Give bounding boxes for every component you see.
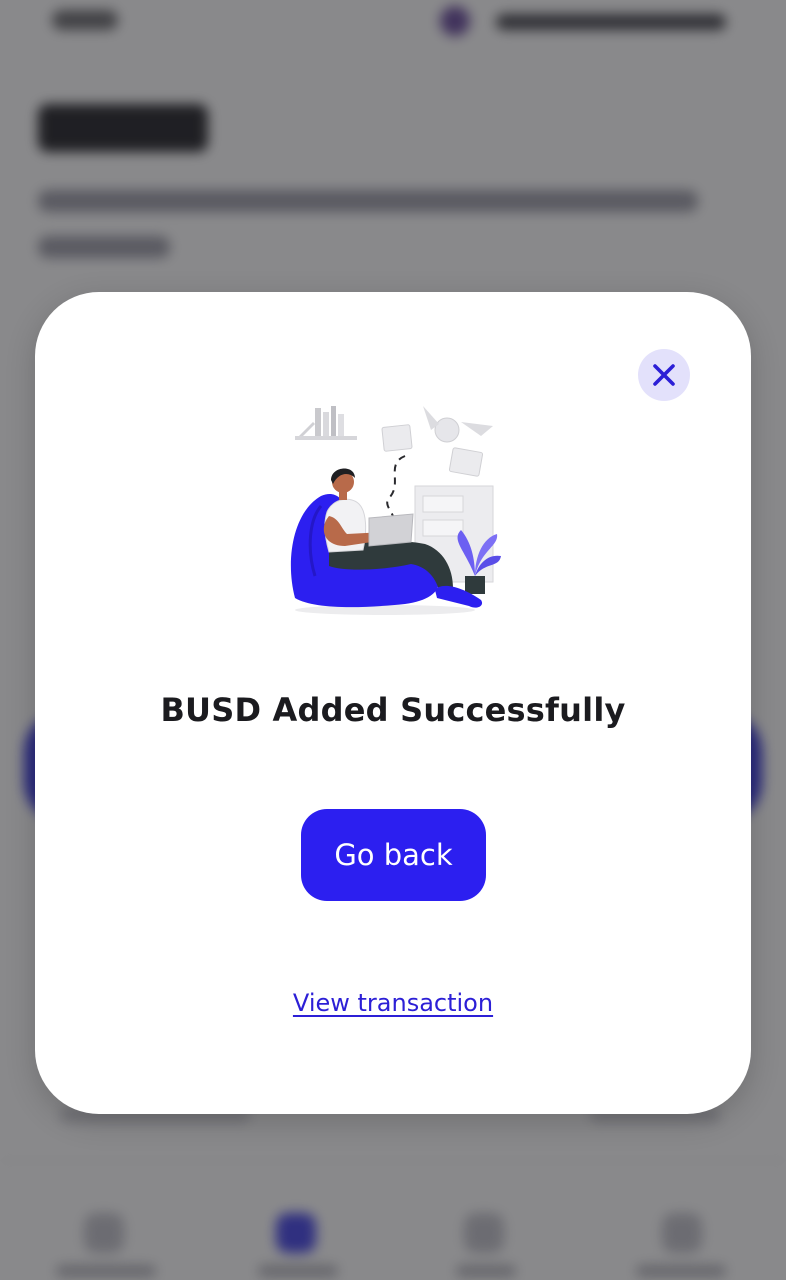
success-modal: BUSD Added Successfully Go back View tra… [35,292,751,1114]
close-button[interactable] [638,349,690,401]
close-icon [653,364,675,386]
success-title: BUSD Added Successfully [160,691,626,729]
view-transaction-link[interactable]: View transaction [35,989,751,1017]
go-back-button[interactable]: Go back [301,809,486,901]
person-on-beanbag-illustration [290,406,501,615]
page: BUSD Added Successfully Go back View tra… [0,0,786,1280]
